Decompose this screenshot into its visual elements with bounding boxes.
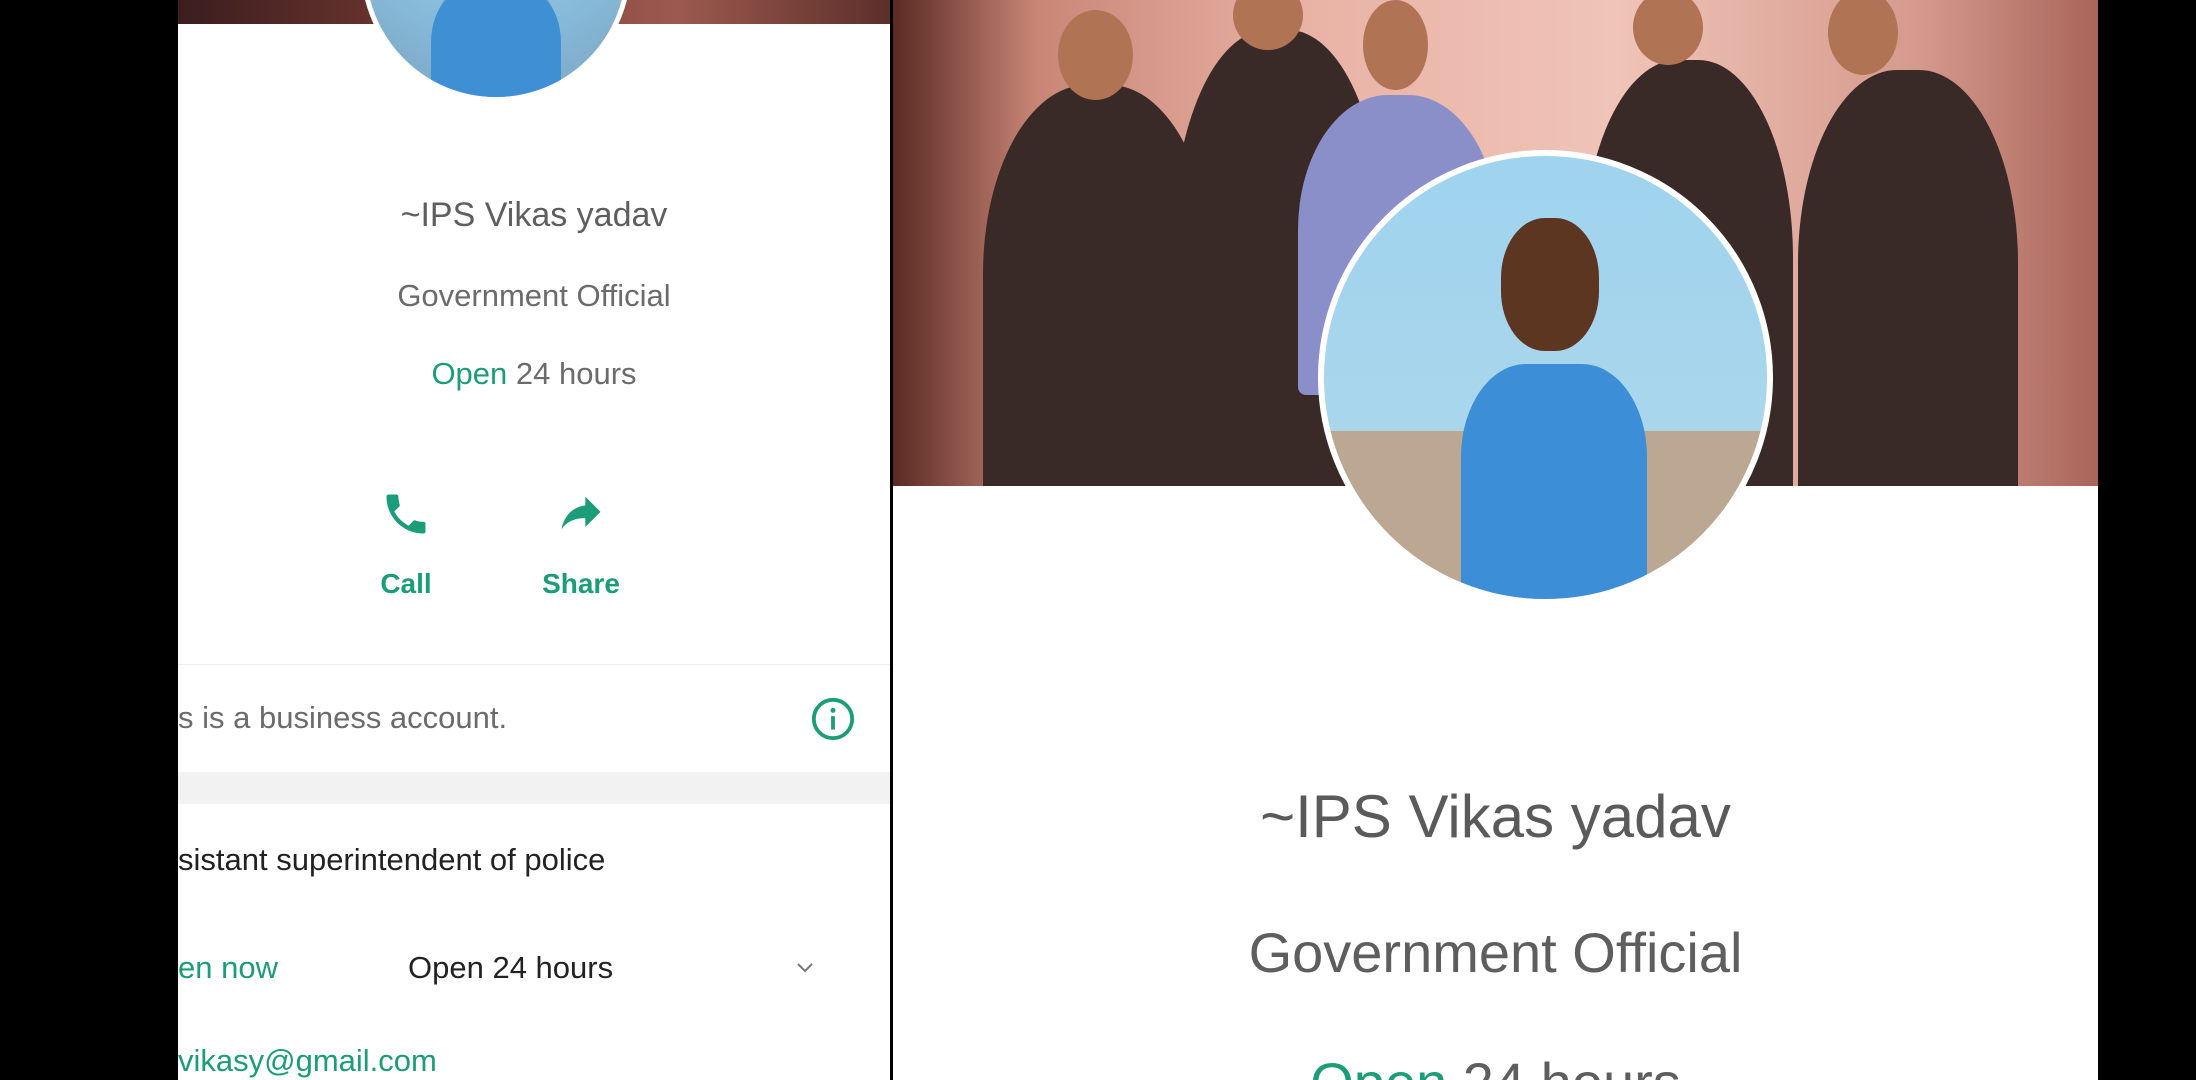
cover-person-head xyxy=(1828,0,1898,75)
open-now-label: en now xyxy=(178,950,278,985)
hours-text-large: 24 hours xyxy=(1447,1051,1681,1080)
business-account-notice[interactable]: s is a business account. xyxy=(178,664,890,773)
share-arrow-icon xyxy=(561,496,601,530)
business-hours-summary-large: Open 24 hours xyxy=(893,1050,2098,1080)
open-status: Open xyxy=(431,356,508,391)
open-hours-value: Open 24 hours xyxy=(408,950,614,985)
avatar-figure xyxy=(1461,364,1648,599)
hours-text: 24 hours xyxy=(507,356,637,391)
business-category-large: Government Official xyxy=(1248,921,1743,984)
cover-person-head xyxy=(1633,0,1703,65)
share-label: Share xyxy=(542,568,620,599)
left-profile-panel: ~IPS Vikas yadav Government Official Ope… xyxy=(178,0,890,1080)
cover-person xyxy=(1798,70,2018,486)
cover-person-head xyxy=(1363,0,1428,90)
email-link[interactable]: vikasy@gmail.com xyxy=(178,1043,437,1079)
call-button[interactable]: Call xyxy=(336,488,476,600)
business-hours-row[interactable]: en now Open 24 hours xyxy=(178,950,890,990)
business-category: Government Official xyxy=(397,278,671,313)
avatar-head xyxy=(1501,218,1599,351)
avatar-figure xyxy=(431,0,561,97)
business-description: sistant superintendent of police xyxy=(178,842,606,877)
business-account-text: s is a business account. xyxy=(178,700,508,735)
business-hours-summary: Open 24 hours xyxy=(178,356,890,392)
profile-avatar-large[interactable] xyxy=(1318,150,1773,605)
open-status-large: Open xyxy=(1310,1051,1447,1080)
phone-icon xyxy=(386,494,426,534)
profile-name-large: ~IPS Vikas yadav xyxy=(1260,783,1731,850)
profile-name: ~IPS Vikas yadav xyxy=(400,196,668,234)
info-icon[interactable] xyxy=(810,696,856,742)
section-divider xyxy=(178,772,890,804)
chevron-down-icon[interactable] xyxy=(790,956,820,980)
cover-person-head xyxy=(1058,10,1133,100)
share-button[interactable]: Share xyxy=(511,488,651,600)
call-label: Call xyxy=(380,568,432,599)
right-profile-panel: ~IPS Vikas yadav Government Official Ope… xyxy=(893,0,2098,1080)
profile-avatar[interactable] xyxy=(361,0,631,102)
